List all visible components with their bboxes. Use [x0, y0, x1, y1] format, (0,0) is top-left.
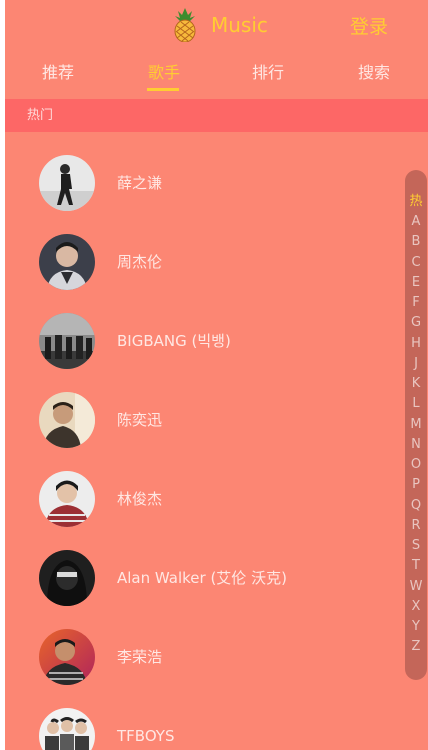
singer-name: 周杰伦 [117, 253, 163, 271]
shortcut-item[interactable]: P [405, 477, 427, 493]
singer-avatar [39, 234, 95, 290]
singer-name: 林俊杰 [117, 490, 163, 508]
shortcut-item[interactable]: G [405, 315, 427, 331]
shortcut-item[interactable]: O [405, 457, 427, 473]
singer-name: BIGBANG (빅뱅) [117, 332, 231, 350]
shortcut-item[interactable]: X [405, 599, 427, 615]
shortcut-item[interactable]: L [405, 396, 427, 412]
tab-recommend[interactable]: 推荐 [42, 62, 74, 84]
section-header-hot: 热门 [5, 99, 428, 132]
pineapple-icon [172, 8, 198, 43]
tab-search[interactable]: 搜索 [358, 62, 390, 84]
app-title: Music [211, 13, 268, 37]
shortcut-item[interactable]: E [405, 275, 427, 291]
singer-page: Music 登录 推荐 歌手 排行 搜索 热门 薛之谦 周杰伦 BIGBANG … [5, 0, 428, 750]
singer-item[interactable]: 陈奕迅 [5, 391, 405, 451]
shortcut-item[interactable]: F [405, 295, 427, 311]
shortcut-item[interactable]: Z [405, 639, 427, 655]
shortcut-item[interactable]: J [405, 356, 427, 372]
singer-avatar [39, 629, 95, 685]
shortcut-item[interactable]: C [405, 255, 427, 271]
shortcut-item[interactable]: H [405, 336, 427, 352]
shortcut-item[interactable]: 热 [405, 194, 427, 210]
app-header: Music 登录 [5, 0, 428, 50]
shortcut-item[interactable]: R [405, 518, 427, 534]
singer-name: 陈奕迅 [117, 411, 163, 429]
tab-rank[interactable]: 排行 [252, 62, 284, 84]
singer-avatar [39, 313, 95, 369]
alphabet-shortcut-bar[interactable]: 热 A B C E F G H J K L M N O P Q R S T W … [405, 170, 427, 680]
login-button[interactable]: 登录 [350, 14, 388, 40]
singer-avatar [39, 550, 95, 606]
shortcut-item[interactable]: B [405, 234, 427, 250]
singer-name: Alan Walker (艾伦 沃克) [117, 569, 287, 587]
singer-item[interactable]: TFBOYS [5, 707, 405, 750]
shortcut-item[interactable]: N [405, 437, 427, 453]
singer-avatar [39, 708, 95, 750]
shortcut-item[interactable]: M [405, 417, 427, 433]
singer-avatar [39, 471, 95, 527]
active-tab-indicator [147, 88, 179, 91]
shortcut-item[interactable]: Q [405, 498, 427, 514]
singer-item[interactable]: 薛之谦 [5, 154, 405, 214]
singer-avatar [39, 155, 95, 211]
singer-name: 薛之谦 [117, 174, 163, 192]
section-title: 热门 [27, 108, 54, 123]
shortcut-item[interactable]: T [405, 558, 427, 574]
shortcut-item[interactable]: A [405, 214, 427, 230]
shortcut-item[interactable]: K [405, 376, 427, 392]
singer-name: TFBOYS [117, 727, 175, 745]
shortcut-item[interactable]: W [405, 579, 427, 595]
singer-item[interactable]: 周杰伦 [5, 233, 405, 293]
tab-singer[interactable]: 歌手 [148, 62, 180, 84]
singer-avatar [39, 392, 95, 448]
singer-name: 李荣浩 [117, 648, 163, 666]
shortcut-item[interactable]: S [405, 538, 427, 554]
singer-item[interactable]: 李荣浩 [5, 628, 405, 688]
singer-item[interactable]: BIGBANG (빅뱅) [5, 312, 405, 372]
shortcut-item[interactable]: Y [405, 619, 427, 635]
nav-tabs: 推荐 歌手 排行 搜索 [5, 56, 428, 96]
singer-item[interactable]: Alan Walker (艾伦 沃克) [5, 549, 405, 609]
singer-item[interactable]: 林俊杰 [5, 470, 405, 530]
